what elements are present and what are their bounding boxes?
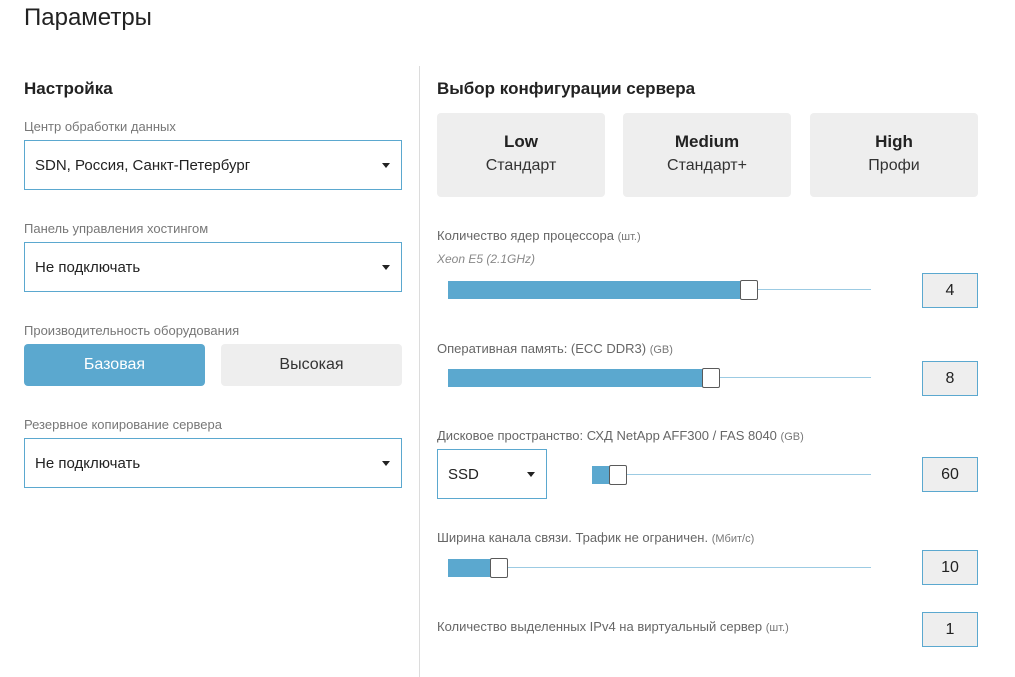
backup-select[interactable]: Не подключать	[24, 438, 402, 488]
bandwidth-unit: (Мбит/с)	[711, 533, 755, 545]
datacenter-label: Центр обработки данных	[24, 119, 176, 134]
preset-card-medium[interactable]: Medium Стандарт+	[623, 113, 791, 197]
cpu-unit: (шт.)	[617, 231, 641, 243]
preset-card-high[interactable]: High Профи	[810, 113, 978, 197]
performance-label: Производительность оборудования	[24, 323, 240, 338]
ram-value-box[interactable]: 8	[922, 361, 978, 396]
preset-subtitle: Стандарт	[485, 157, 557, 174]
bandwidth-label-text: Ширина канала связи. Трафик не ограничен…	[437, 530, 709, 545]
cpu-hint: Xeon E5 (2.1GHz)	[437, 252, 536, 266]
disk-label: Дисковое пространство: СХД NetApp AFF300…	[437, 428, 804, 443]
ipv4-unit: (шт.)	[765, 622, 789, 634]
ipv4-value-box[interactable]: 1	[922, 612, 978, 647]
datacenter-select[interactable]: SDN, Россия, Санкт-Петербург	[24, 140, 402, 190]
cpu-value-box[interactable]: 4	[922, 273, 978, 308]
slider-handle[interactable]	[702, 368, 720, 388]
disk-unit: (GB)	[780, 431, 804, 443]
preset-subtitle: Стандарт+	[667, 157, 747, 174]
column-divider	[419, 66, 420, 677]
cpu-label-text: Количество ядер процессора	[437, 228, 614, 243]
backup-value: Не подключать	[35, 454, 141, 472]
backup-label: Резервное копирование сервера	[24, 417, 222, 432]
preset-subtitle: Профи	[868, 157, 920, 174]
ipv4-label: Количество выделенных IPv4 на виртуальны…	[437, 619, 789, 634]
ram-label-text: Оперативная память: (ECC DDR3)	[437, 341, 647, 356]
hosting-panel-value: Не подключать	[35, 258, 141, 276]
preset-name: High	[875, 132, 913, 151]
slider-fill	[448, 369, 704, 387]
bandwidth-value-box[interactable]: 10	[922, 550, 978, 585]
disk-type-select[interactable]: SSD	[437, 449, 547, 499]
slider-handle[interactable]	[490, 558, 508, 578]
caret-down-icon	[382, 461, 390, 466]
hosting-panel-label: Панель управления хостингом	[24, 221, 209, 236]
slider-fill	[448, 559, 492, 577]
slider-track	[592, 474, 871, 475]
ram-label: Оперативная память: (ECC DDR3) (GB)	[437, 341, 673, 356]
slider-handle[interactable]	[609, 465, 627, 485]
caret-down-icon	[527, 472, 535, 477]
cpu-label: Количество ядер процессора (шт.)	[437, 228, 641, 243]
ram-slider[interactable]	[448, 368, 871, 388]
page-title: Параметры	[24, 4, 152, 31]
disk-label-text: Дисковое пространство: СХД NetApp AFF300…	[437, 428, 777, 443]
slider-track	[448, 567, 871, 568]
preset-name: Low	[504, 132, 538, 151]
disk-value-box[interactable]: 60	[922, 457, 978, 492]
bandwidth-slider[interactable]	[448, 558, 871, 578]
ipv4-label-text: Количество выделенных IPv4 на виртуальны…	[437, 619, 763, 634]
caret-down-icon	[382, 265, 390, 270]
ram-unit: (GB)	[649, 344, 673, 356]
preset-card-low[interactable]: Low Стандарт	[437, 113, 605, 197]
caret-down-icon	[382, 163, 390, 168]
disk-type-value: SSD	[448, 465, 479, 483]
hosting-panel-select[interactable]: Не подключать	[24, 242, 402, 292]
setup-section-title: Настройка	[24, 79, 113, 98]
cpu-slider[interactable]	[448, 280, 871, 300]
config-section-title: Выбор конфигурации сервера	[437, 79, 696, 98]
slider-fill	[448, 281, 742, 299]
bandwidth-label: Ширина канала связи. Трафик не ограничен…	[437, 530, 754, 545]
performance-high-button[interactable]: Высокая	[221, 344, 402, 386]
disk-slider[interactable]	[592, 465, 871, 485]
preset-name: Medium	[674, 132, 740, 151]
datacenter-value: SDN, Россия, Санкт-Петербург	[35, 156, 251, 174]
performance-basic-button[interactable]: Базовая	[24, 344, 205, 386]
slider-handle[interactable]	[740, 280, 758, 300]
